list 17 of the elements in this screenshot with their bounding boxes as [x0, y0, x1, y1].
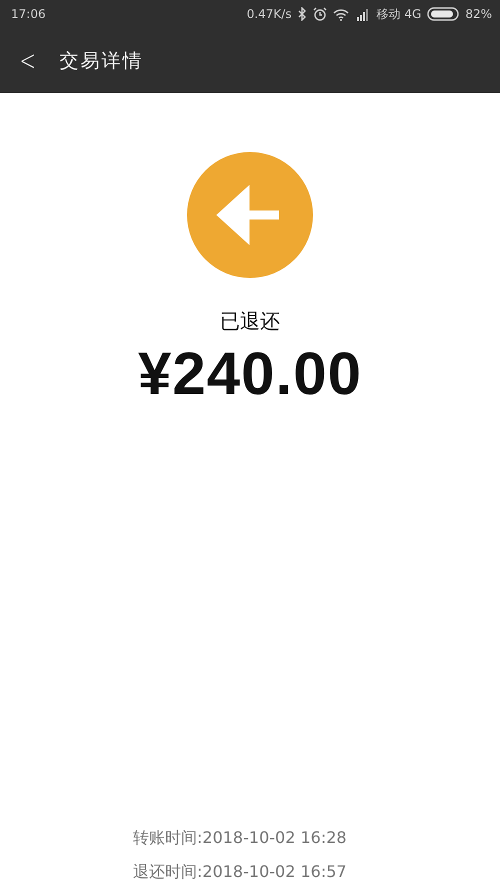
battery-percent: 82% — [465, 7, 492, 21]
back-button[interactable]: < — [16, 44, 40, 77]
refund-status: 已退还 — [220, 308, 280, 335]
detail-line: 退还时间:2018-10-02 16:57 — [133, 862, 347, 883]
detail-line: 转账时间:2018-10-02 16:28 — [133, 828, 347, 849]
clock: 17:06 — [11, 7, 46, 21]
signal-icon — [354, 8, 371, 20]
carrier-label: 移动 4G — [376, 6, 422, 22]
bluetooth-icon — [298, 7, 307, 21]
refund-amount: ¥240.00 — [138, 339, 362, 408]
page-title: 交易详情 — [59, 48, 144, 74]
back-icon: < — [20, 44, 36, 77]
battery-icon — [427, 7, 460, 21]
wifi-icon — [332, 8, 349, 20]
alarm-icon — [312, 7, 327, 21]
refund-icon — [187, 152, 313, 278]
network-speed: 0.47K/s — [246, 7, 292, 21]
